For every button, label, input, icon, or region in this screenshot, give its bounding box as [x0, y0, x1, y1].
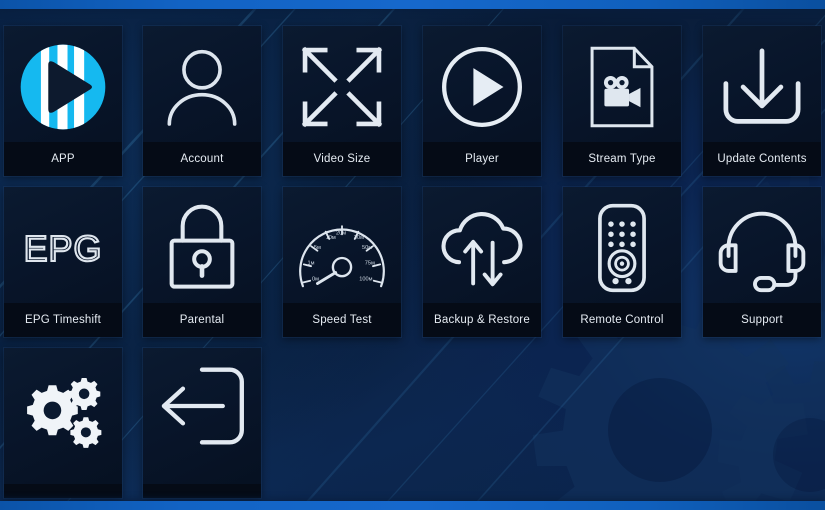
tile-speed-test[interactable]: 0м 1м 5м 10м 20м 30м 50м 75м 100м Speed	[283, 187, 401, 337]
cloud-sync-arrows-icon	[423, 187, 541, 309]
tile-label-bar	[4, 484, 122, 498]
tile-label-bar: Speed Test	[283, 303, 401, 337]
epg-text-icon: EPG	[4, 187, 122, 309]
tile-label: Parental	[179, 314, 225, 326]
play-circle-icon	[423, 26, 541, 148]
padlock-icon	[143, 187, 261, 309]
user-account-icon	[143, 26, 261, 148]
expand-arrows-icon	[283, 26, 401, 148]
tile-settings-gears[interactable]	[4, 348, 122, 498]
tile-support[interactable]: Support	[703, 187, 821, 337]
tile-label: Update Contents	[717, 153, 807, 165]
tile-label-bar: Player	[423, 142, 541, 176]
tile-label-bar	[143, 484, 261, 498]
tile-label: EPG Timeshift	[24, 314, 102, 326]
settings-menu-screen: APP Account Video Size Player Stream Typ…	[0, 0, 825, 510]
svg-text:20м: 20м	[336, 230, 346, 236]
tile-label: APP	[51, 153, 75, 165]
download-tray-icon	[703, 26, 821, 148]
tile-label-bar: Support	[703, 303, 821, 337]
tile-label-bar: Update Contents	[703, 142, 821, 176]
tile-label-bar: Account	[143, 142, 261, 176]
headset-support-icon	[703, 187, 821, 309]
app-logo-play-icon	[4, 26, 122, 148]
tile-backup-restore[interactable]: Backup & Restore	[423, 187, 541, 337]
svg-text:10м: 10м	[326, 235, 336, 241]
epg-letters: EPG	[24, 228, 103, 269]
tile-epg-timeshift[interactable]: EPG EPG Timeshift	[4, 187, 122, 337]
svg-text:5м: 5м	[314, 245, 321, 251]
tile-label-bar: Parental	[143, 303, 261, 337]
tile-label-bar: EPG Timeshift	[4, 303, 122, 337]
tile-stream-type[interactable]: Stream Type	[563, 26, 681, 176]
remote-control-icon	[563, 187, 681, 309]
tile-exit[interactable]	[143, 348, 261, 498]
tile-parental[interactable]: Parental	[143, 187, 261, 337]
svg-text:75м: 75м	[365, 260, 375, 266]
gears-settings-icon	[4, 348, 122, 464]
document-video-icon	[563, 26, 681, 148]
tile-player[interactable]: Player	[423, 26, 541, 176]
speedometer-gauge-icon: 0м 1м 5м 10м 20м 30м 50м 75м 100м	[283, 187, 401, 309]
tile-label-bar: Stream Type	[563, 142, 681, 176]
top-accent-bar	[0, 0, 825, 9]
svg-text:1м: 1м	[307, 260, 314, 266]
tile-label: Video Size	[313, 153, 371, 165]
tile-video-size[interactable]: Video Size	[283, 26, 401, 176]
tile-label: Speed Test	[312, 314, 372, 326]
tile-label: Player	[465, 153, 499, 165]
bottom-accent-bar	[0, 501, 825, 510]
tile-label: Backup & Restore	[434, 314, 530, 326]
tile-label: Account	[180, 153, 224, 165]
svg-text:100м: 100м	[359, 277, 372, 283]
settings-tile-grid: APP Account Video Size Player Stream Typ…	[4, 26, 822, 498]
tile-label-bar: Backup & Restore	[423, 303, 541, 337]
svg-text:50м: 50м	[362, 245, 372, 251]
exit-logout-icon	[143, 348, 261, 464]
tile-remote-control[interactable]: Remote Control	[563, 187, 681, 337]
tile-label: Remote Control	[580, 314, 664, 326]
tile-label-bar: APP	[4, 142, 122, 176]
svg-text:30м: 30м	[354, 235, 364, 241]
tile-update-contents[interactable]: Update Contents	[703, 26, 821, 176]
tile-account[interactable]: Account	[143, 26, 261, 176]
tile-label-bar: Video Size	[283, 142, 401, 176]
tile-label-bar: Remote Control	[563, 303, 681, 337]
tile-app[interactable]: APP	[4, 26, 122, 176]
tile-label: Stream Type	[588, 153, 656, 165]
tile-label: Support	[741, 314, 783, 326]
